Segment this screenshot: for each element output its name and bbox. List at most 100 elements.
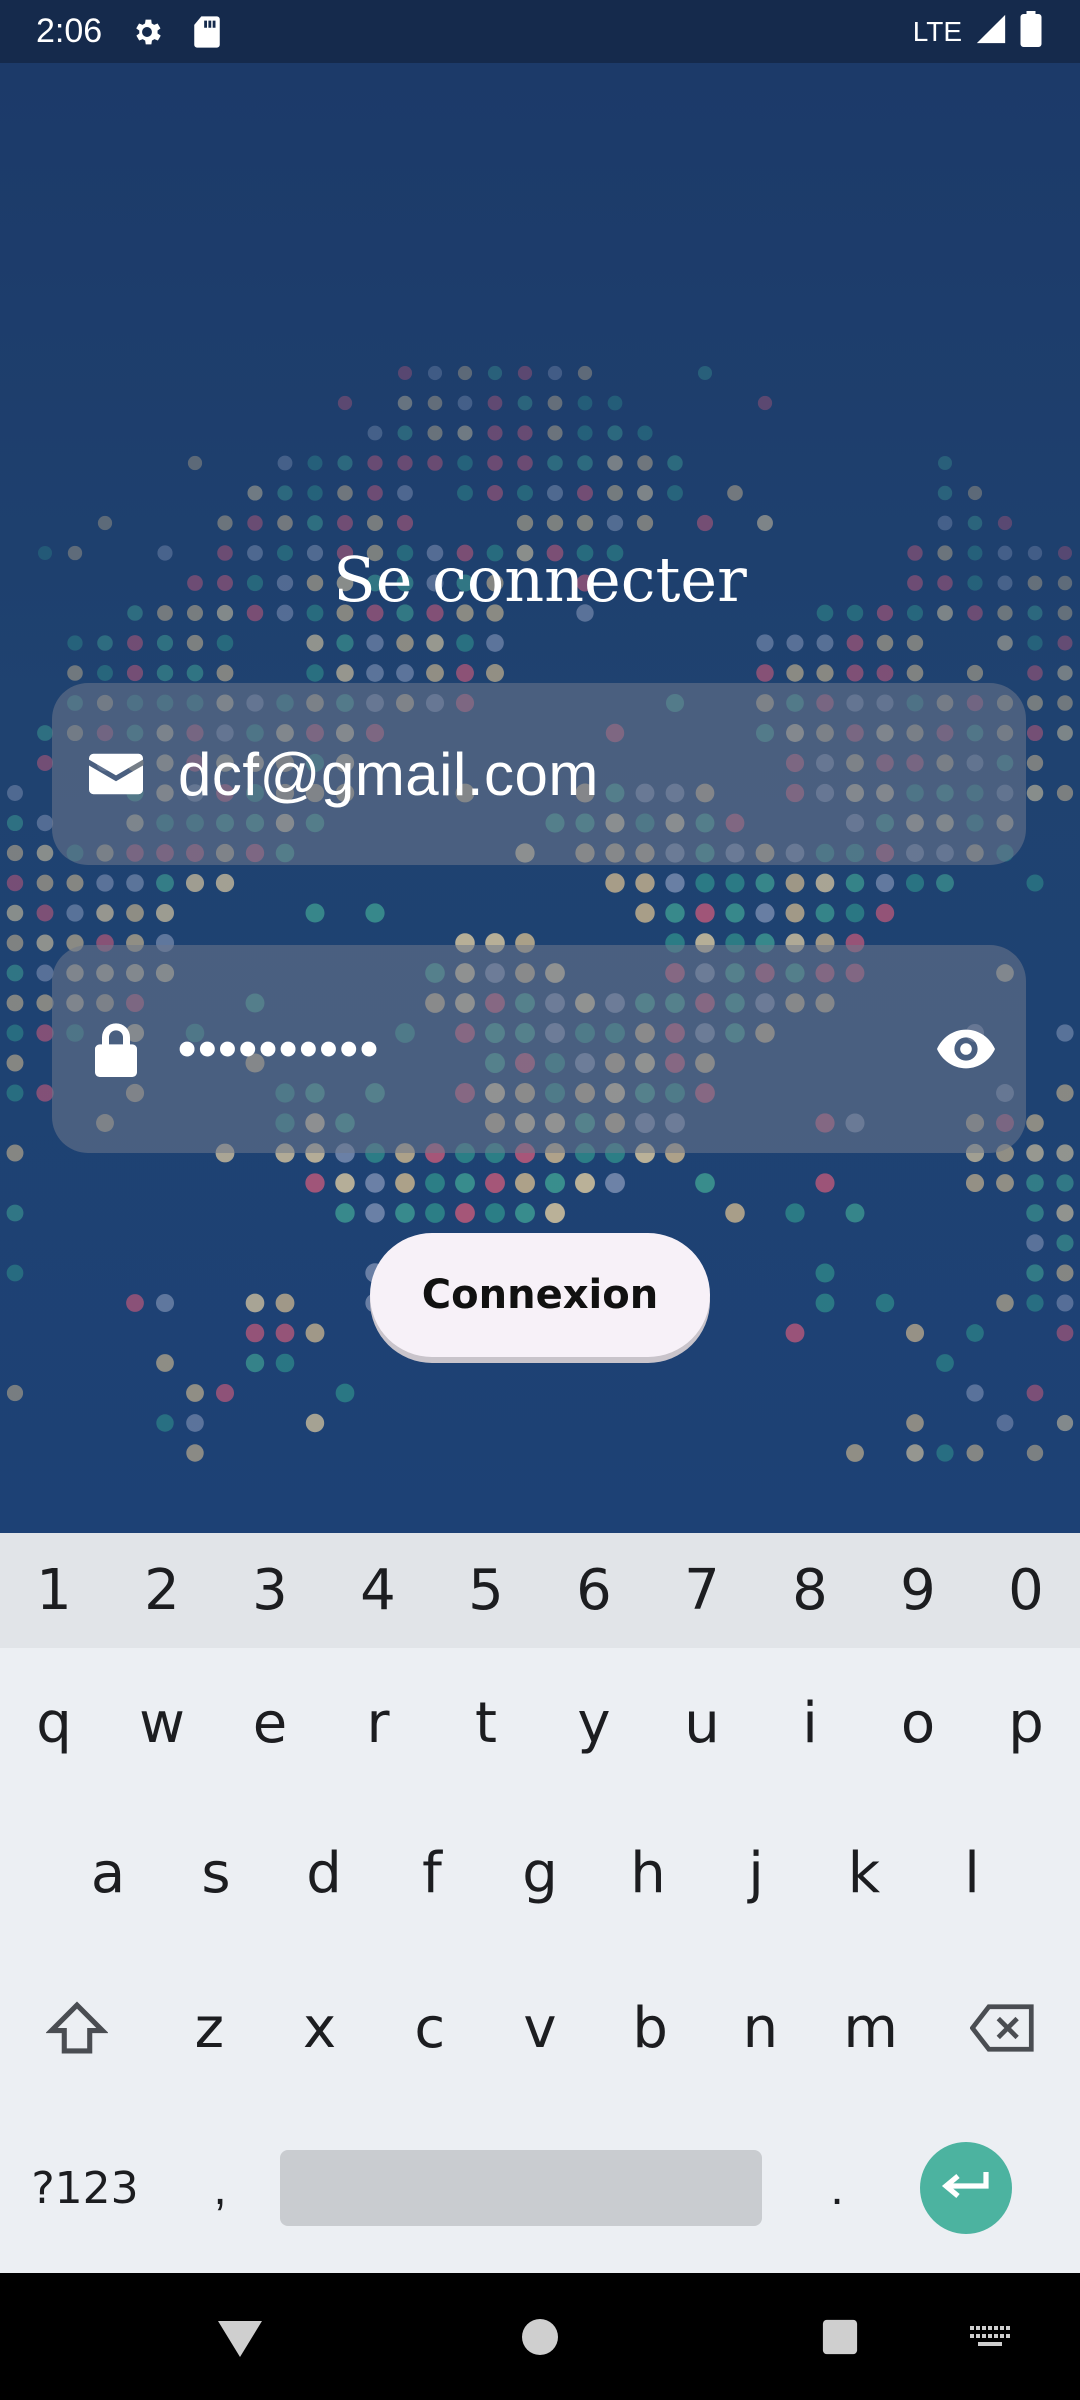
globe-dot [126,664,144,682]
globe-dot [607,425,623,441]
key-q[interactable]: q [0,1648,108,1798]
key-9[interactable]: 9 [864,1533,972,1648]
symbols-key[interactable]: ?123 [0,2163,170,2214]
key-b[interactable]: b [595,1953,705,2103]
password-value: •••••••••• [178,1020,381,1078]
eye-icon[interactable] [934,1017,998,1081]
globe-dot [695,903,715,923]
globe-dot [785,903,805,923]
globe-dot [247,485,263,501]
globe-dot [1027,635,1043,651]
key-g[interactable]: g [486,1798,594,1948]
key-0[interactable]: 0 [972,1533,1080,1648]
key-i[interactable]: i [756,1648,864,1798]
globe-dot [547,455,563,471]
globe-dot [1057,665,1073,681]
key-v[interactable]: v [485,1953,595,2103]
key-w[interactable]: w [108,1648,216,1798]
key-s[interactable]: s [162,1798,270,1948]
globe-dot [906,664,924,682]
key-6[interactable]: 6 [540,1533,648,1648]
key-7[interactable]: 7 [648,1533,756,1648]
globe-dot [6,1144,24,1162]
key-t[interactable]: t [432,1648,540,1798]
globe-dot [337,485,353,501]
globe-dot [1026,1204,1044,1222]
key-r[interactable]: r [324,1648,432,1798]
key-8[interactable]: 8 [756,1533,864,1648]
home-icon[interactable] [500,2273,580,2400]
back-icon[interactable] [200,2273,280,2400]
keyboard-row-3-letters: zxcvbnm [154,1953,925,2103]
globe-dot [127,635,143,651]
key-3[interactable]: 3 [216,1533,324,1648]
globe-dot [155,1293,175,1313]
password-field[interactable]: •••••••••• [52,945,1026,1153]
key-j[interactable]: j [702,1798,810,1948]
globe-dot [96,904,114,922]
comma-key[interactable]: , [170,2161,270,2216]
key-n[interactable]: n [705,1953,815,2103]
login-screen: Se connecter dcf@gmail.com •••••••••• Co… [0,63,1080,1533]
globe-dot [126,904,144,922]
globe-dot [425,1203,445,1223]
key-l[interactable]: l [918,1798,1026,1948]
globe-dot [457,395,473,411]
key-d[interactable]: d [270,1798,378,1948]
key-2[interactable]: 2 [108,1533,216,1648]
email-field[interactable]: dcf@gmail.com [52,683,1026,865]
globe-dot [487,425,503,441]
globe-dot [67,635,83,651]
globe-dot [365,1173,385,1193]
globe-dot [396,514,414,532]
key-5[interactable]: 5 [432,1533,540,1648]
key-c[interactable]: c [375,1953,485,2103]
space-key[interactable] [280,2150,762,2226]
key-m[interactable]: m [816,1953,926,2103]
globe-dot [757,515,773,531]
globe-dot [605,873,625,893]
key-k[interactable]: k [810,1798,918,1948]
globe-dot [6,1384,24,1402]
key-o[interactable]: o [864,1648,972,1798]
key-x[interactable]: x [264,1953,374,2103]
globe-dot [1056,1144,1074,1162]
globe-dot [785,873,805,893]
globe-dot [186,1384,204,1402]
globe-dot [36,754,54,772]
globe-dot [1026,1384,1044,1402]
globe-dot [665,903,685,923]
key-u[interactable]: u [648,1648,756,1798]
globe-dot [337,395,353,411]
enter-key[interactable] [920,2142,1012,2234]
key-z[interactable]: z [154,1953,264,2103]
recents-icon[interactable] [800,2273,880,2400]
globe-dot [36,814,54,832]
globe-dot [6,1024,24,1042]
keyboard-switch-icon[interactable] [960,2273,1020,2400]
globe-dot [305,1323,325,1343]
globe-dot [665,873,685,893]
key-h[interactable]: h [594,1798,702,1948]
globe-dot [756,634,774,652]
key-p[interactable]: p [972,1648,1080,1798]
globe-dot [337,455,353,471]
key-y[interactable]: y [540,1648,648,1798]
key-f[interactable]: f [378,1798,486,1948]
shift-key[interactable] [0,1953,154,2103]
globe-dot [486,634,504,652]
globe-dot [6,1084,24,1102]
key-a[interactable]: a [54,1798,162,1948]
globe-dot [637,425,653,441]
key-4[interactable]: 4 [324,1533,432,1648]
globe-dot [427,425,443,441]
globe-dot [815,1173,835,1193]
globe-dot [1027,665,1043,681]
key-1[interactable]: 1 [0,1533,108,1648]
period-key[interactable]: . [772,2161,902,2216]
backspace-key[interactable] [926,1953,1080,2103]
globe-dot [1056,1174,1074,1192]
login-button[interactable]: Connexion [370,1233,710,1357]
globe-dot [937,515,953,531]
key-e[interactable]: e [216,1648,324,1798]
